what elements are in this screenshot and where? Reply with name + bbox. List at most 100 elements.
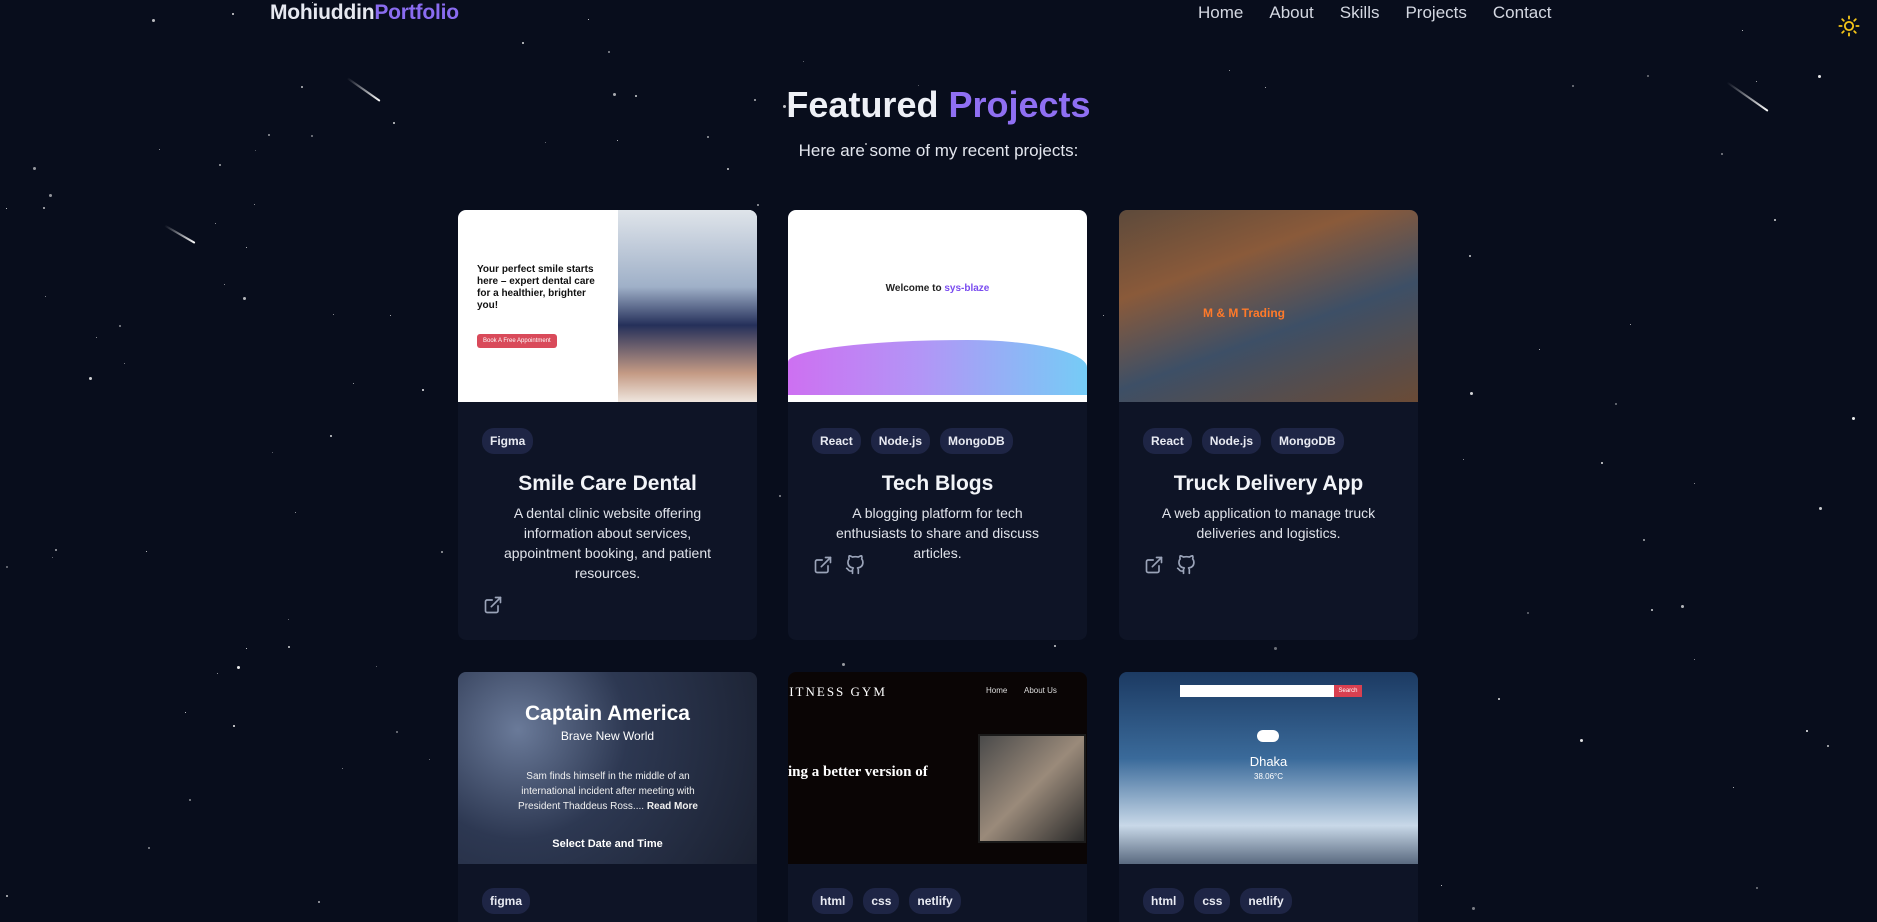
- nav-home[interactable]: Home: [1198, 3, 1243, 23]
- nav-skills[interactable]: Skills: [1340, 3, 1380, 23]
- star: [1694, 483, 1695, 484]
- tag: netlify: [1240, 888, 1292, 914]
- thumb-city: Dhaka: [1249, 754, 1288, 769]
- project-card: Your perfect smile starts here – expert …: [458, 210, 757, 640]
- github-icon[interactable]: [1176, 554, 1196, 575]
- star: [1647, 75, 1649, 77]
- project-links: [1144, 554, 1196, 575]
- star: [124, 363, 125, 364]
- thumb-wave: [788, 340, 1087, 395]
- star: [254, 204, 255, 205]
- star: [6, 208, 7, 209]
- project-thumbnail[interactable]: Captain America Brave New World Sam find…: [458, 672, 757, 864]
- project-links: [813, 554, 865, 575]
- thumb-cta: Select Date and Time: [552, 838, 663, 850]
- star: [429, 759, 430, 760]
- star: [1818, 75, 1821, 78]
- thumb-search-button: Search: [1334, 685, 1362, 697]
- nav-projects[interactable]: Projects: [1405, 3, 1466, 23]
- project-thumbnail[interactable]: FITNESS GYM Home About Us ing a better v…: [788, 672, 1087, 864]
- sun-icon[interactable]: [1838, 15, 1860, 37]
- star: [49, 194, 52, 197]
- star: [422, 389, 424, 391]
- star: [522, 42, 524, 44]
- project-description: A web application to manage truck delive…: [1161, 505, 1376, 541]
- thumb-illustration: [618, 210, 757, 402]
- star: [396, 731, 398, 733]
- star: [1470, 392, 1473, 395]
- star: [779, 495, 781, 497]
- nav-about[interactable]: About: [1269, 3, 1313, 23]
- project-thumbnail[interactable]: Your perfect smile starts here – expert …: [458, 210, 757, 402]
- star: [376, 666, 377, 667]
- tag: Node.js: [870, 428, 931, 454]
- star: [318, 901, 320, 903]
- tag: html: [1143, 888, 1185, 914]
- star: [1651, 609, 1653, 611]
- thumb-search-bar: [1180, 685, 1334, 697]
- project-description: A dental clinic website offering informa…: [503, 505, 712, 581]
- star: [1472, 907, 1475, 910]
- thumb-brand: FITNESS GYM: [788, 684, 887, 699]
- site-logo[interactable]: MohiuddinPortfolio: [270, 1, 459, 25]
- star: [1615, 403, 1617, 405]
- project-card: Welcome to sys-blaze React Node.js Mongo…: [788, 210, 1087, 640]
- star: [217, 673, 218, 674]
- tag: React: [812, 428, 861, 454]
- external-link-icon[interactable]: [813, 555, 833, 575]
- star: [243, 297, 246, 300]
- star: [842, 663, 845, 666]
- project-thumbnail[interactable]: Welcome to sys-blaze: [788, 210, 1087, 402]
- star: [148, 847, 150, 849]
- star: [233, 725, 235, 727]
- star: [441, 551, 443, 553]
- star: [1539, 349, 1540, 350]
- tag-list: html css netlify: [812, 888, 961, 914]
- project-description: A blogging platform for tech enthusiasts…: [835, 505, 1040, 561]
- tag: css: [863, 888, 900, 914]
- external-link-icon[interactable]: [483, 595, 503, 615]
- star: [246, 648, 247, 649]
- project-title: Smile Care Dental: [518, 472, 697, 495]
- star: [55, 549, 57, 551]
- tag: Node.js: [1201, 428, 1262, 454]
- star: [390, 315, 391, 316]
- star: [311, 135, 313, 137]
- thumb-nav-about: About Us: [1024, 686, 1057, 695]
- nav-contact[interactable]: Contact: [1493, 3, 1552, 23]
- main-nav: Home About Skills Projects Contact: [1198, 3, 1577, 23]
- star: [1756, 887, 1758, 889]
- star: [1742, 30, 1743, 31]
- project-thumbnail[interactable]: Search Dhaka 38.06°C: [1119, 672, 1418, 864]
- star: [1463, 459, 1464, 460]
- section-subtitle: Here are some of my recent projects:: [798, 141, 1079, 160]
- project-links: [483, 595, 503, 615]
- tag: figma: [482, 888, 531, 914]
- star: [1774, 219, 1776, 221]
- project-thumbnail[interactable]: M & M Trading: [1119, 210, 1418, 402]
- star: [803, 61, 804, 62]
- thumb-temp: 38.06°C: [1254, 772, 1283, 781]
- star: [43, 207, 45, 209]
- star: [1601, 462, 1603, 464]
- thumb-headline: Your perfect smile starts here – expert …: [477, 264, 595, 311]
- star: [330, 435, 332, 437]
- star: [707, 136, 709, 138]
- thumb-read-more: Read More: [646, 801, 698, 812]
- thumb-headline: ing a better version of: [788, 764, 928, 780]
- star: [1441, 885, 1442, 886]
- tag: Figma: [482, 428, 534, 454]
- title-projects: Projects: [948, 84, 1091, 125]
- external-link-icon[interactable]: [1144, 555, 1164, 575]
- tag-list: html css netlify: [1143, 888, 1292, 914]
- tag: React: [1143, 428, 1192, 454]
- star: [185, 712, 186, 713]
- section-title: Featured Projects: [0, 84, 1877, 126]
- logo-name: Mohiuddin: [270, 1, 375, 24]
- star: [1852, 417, 1855, 420]
- thumb-headline: Captain America: [525, 702, 690, 725]
- star: [608, 51, 610, 53]
- github-icon[interactable]: [845, 554, 865, 575]
- star: [1681, 605, 1684, 608]
- star: [96, 337, 97, 338]
